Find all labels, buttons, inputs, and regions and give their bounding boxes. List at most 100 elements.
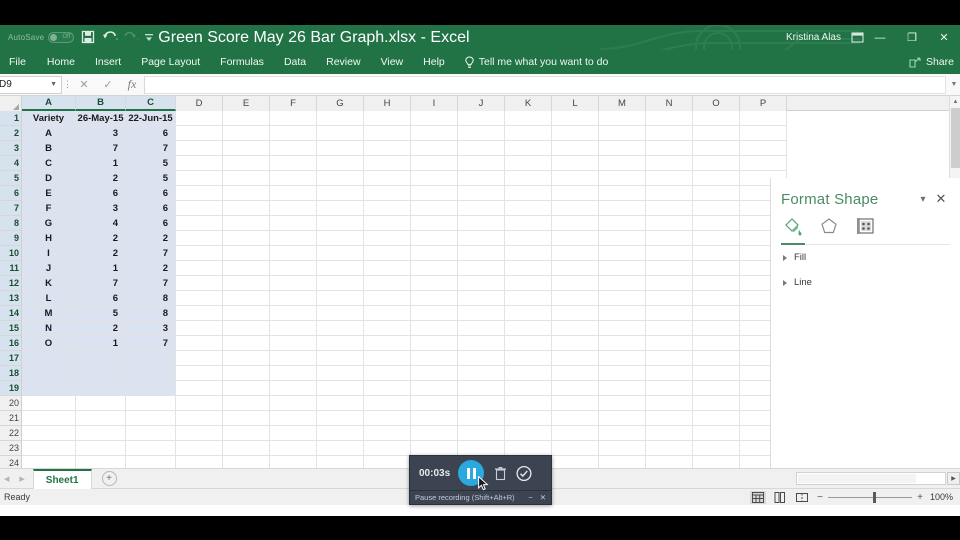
ribbon-tab-formulas[interactable]: Formulas <box>210 50 274 74</box>
cell-O24[interactable] <box>693 456 740 468</box>
sheet-prev-icon[interactable]: ◀ <box>4 475 9 483</box>
cell-O5[interactable] <box>693 171 740 186</box>
user-name[interactable]: Kristina Alas <box>786 32 841 43</box>
row-header-11[interactable]: 11 <box>0 261 21 276</box>
cell-H11[interactable] <box>364 261 411 276</box>
cell-M3[interactable] <box>599 141 646 156</box>
save-icon[interactable] <box>81 30 95 45</box>
cell-O19[interactable] <box>693 381 740 396</box>
column-header-d[interactable]: D <box>176 96 223 111</box>
cell-D4[interactable] <box>176 156 223 171</box>
cell-J16[interactable] <box>458 336 505 351</box>
column-header-i[interactable]: I <box>411 96 458 111</box>
row-header-21[interactable]: 21 <box>0 411 21 426</box>
column-header-l[interactable]: L <box>552 96 599 111</box>
row-header-4[interactable]: 4 <box>0 156 21 171</box>
cell-F21[interactable] <box>270 411 317 426</box>
cell-B10[interactable]: 2 <box>76 246 126 261</box>
cell-L10[interactable] <box>552 246 599 261</box>
cell-C18[interactable] <box>126 366 176 381</box>
cell-E9[interactable] <box>223 231 270 246</box>
row-header-15[interactable]: 15 <box>0 321 21 336</box>
cell-L14[interactable] <box>552 306 599 321</box>
cell-O12[interactable] <box>693 276 740 291</box>
cell-N6[interactable] <box>646 186 693 201</box>
cell-N8[interactable] <box>646 216 693 231</box>
cell-J14[interactable] <box>458 306 505 321</box>
recorder-close-button[interactable]: ✕ <box>540 493 546 502</box>
row-header-19[interactable]: 19 <box>0 381 21 396</box>
cell-O1[interactable] <box>693 111 740 126</box>
cell-J20[interactable] <box>458 396 505 411</box>
column-header-a[interactable]: A <box>22 96 76 111</box>
cell-L18[interactable] <box>552 366 599 381</box>
cell-M8[interactable] <box>599 216 646 231</box>
cell-F23[interactable] <box>270 441 317 456</box>
cell-F24[interactable] <box>270 456 317 468</box>
cell-E5[interactable] <box>223 171 270 186</box>
cell-I10[interactable] <box>411 246 458 261</box>
cell-E1[interactable] <box>223 111 270 126</box>
cell-M5[interactable] <box>599 171 646 186</box>
cell-D10[interactable] <box>176 246 223 261</box>
cell-G1[interactable] <box>317 111 364 126</box>
cell-G18[interactable] <box>317 366 364 381</box>
cell-J22[interactable] <box>458 426 505 441</box>
cell-I13[interactable] <box>411 291 458 306</box>
cell-D12[interactable] <box>176 276 223 291</box>
cell-O8[interactable] <box>693 216 740 231</box>
cell-A11[interactable]: J <box>22 261 76 276</box>
cell-F4[interactable] <box>270 156 317 171</box>
cell-G3[interactable] <box>317 141 364 156</box>
formula-input[interactable] <box>144 75 946 94</box>
cell-O7[interactable] <box>693 201 740 216</box>
cell-G21[interactable] <box>317 411 364 426</box>
cell-N16[interactable] <box>646 336 693 351</box>
cell-E15[interactable] <box>223 321 270 336</box>
cell-A21[interactable] <box>22 411 76 426</box>
cell-D20[interactable] <box>176 396 223 411</box>
cell-A4[interactable]: C <box>22 156 76 171</box>
cell-E13[interactable] <box>223 291 270 306</box>
cell-E17[interactable] <box>223 351 270 366</box>
cell-O11[interactable] <box>693 261 740 276</box>
cell-C12[interactable]: 7 <box>126 276 176 291</box>
cell-E11[interactable] <box>223 261 270 276</box>
cell-J23[interactable] <box>458 441 505 456</box>
cell-B1[interactable]: 26-May-15 <box>76 111 126 126</box>
cell-H22[interactable] <box>364 426 411 441</box>
customize-qat-icon[interactable] <box>144 30 158 45</box>
cell-K4[interactable] <box>505 156 552 171</box>
cell-M24[interactable] <box>599 456 646 468</box>
share-button[interactable]: Share <box>909 50 958 74</box>
cell-D1[interactable] <box>176 111 223 126</box>
cell-H24[interactable] <box>364 456 411 468</box>
cell-D2[interactable] <box>176 126 223 141</box>
cell-K22[interactable] <box>505 426 552 441</box>
cell-H20[interactable] <box>364 396 411 411</box>
cell-F15[interactable] <box>270 321 317 336</box>
cell-B2[interactable]: 3 <box>76 126 126 141</box>
row-header-22[interactable]: 22 <box>0 426 21 441</box>
cell-G4[interactable] <box>317 156 364 171</box>
cell-E7[interactable] <box>223 201 270 216</box>
cell-G7[interactable] <box>317 201 364 216</box>
cell-O15[interactable] <box>693 321 740 336</box>
cell-I6[interactable] <box>411 186 458 201</box>
zoom-level[interactable]: 100% <box>930 492 956 502</box>
row-header-8[interactable]: 8 <box>0 216 21 231</box>
cell-D3[interactable] <box>176 141 223 156</box>
row-header-10[interactable]: 10 <box>0 246 21 261</box>
cell-C23[interactable] <box>126 441 176 456</box>
cell-C20[interactable] <box>126 396 176 411</box>
cell-A2[interactable]: A <box>22 126 76 141</box>
cell-N7[interactable] <box>646 201 693 216</box>
cell-F18[interactable] <box>270 366 317 381</box>
cell-B17[interactable] <box>76 351 126 366</box>
cell-K14[interactable] <box>505 306 552 321</box>
cell-D16[interactable] <box>176 336 223 351</box>
cell-J12[interactable] <box>458 276 505 291</box>
cell-J9[interactable] <box>458 231 505 246</box>
horizontal-scroll-thumb[interactable] <box>798 474 916 483</box>
cell-K13[interactable] <box>505 291 552 306</box>
